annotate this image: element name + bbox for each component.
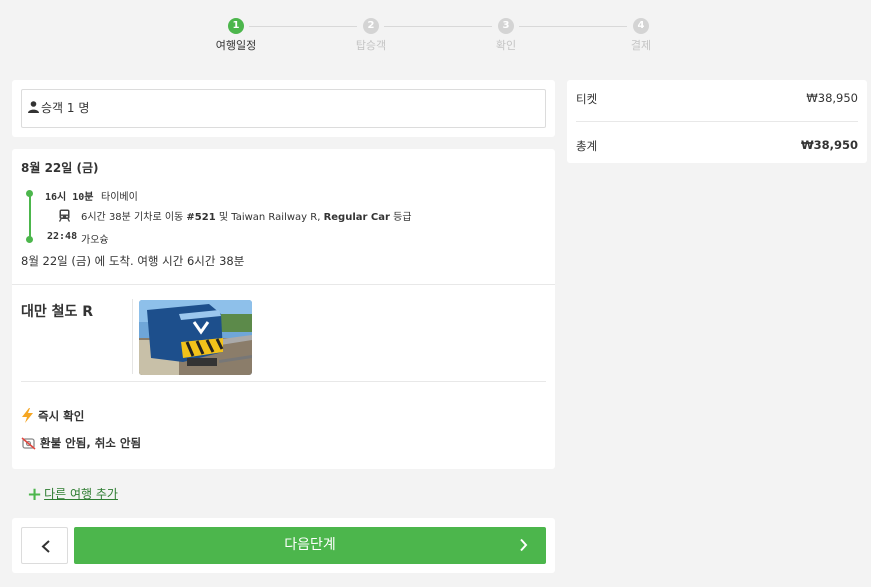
next-step-button[interactable]: 다음단계 <box>74 527 546 564</box>
trip-details: 6시간 38분 기차로 이동 #521 및 Taiwan Railway R, … <box>81 208 412 223</box>
total-row: 총계 ₩38,950 <box>576 138 858 154</box>
ticket-label: 티켓 <box>576 92 598 106</box>
back-button[interactable] <box>21 527 68 564</box>
arrival-station: 가오슝 <box>81 235 109 246</box>
add-trip-label: 다른 여행 추가 <box>44 487 118 501</box>
step-number: 2 <box>363 18 379 34</box>
progress-stepper: 1 여행일정 2 탑승객 3 확인 4 결제 <box>0 18 871 58</box>
step-itinerary: 1 여행일정 <box>196 18 276 53</box>
step-label: 탑승객 <box>355 39 387 52</box>
feature-no-refund: 환불 안됨, 취소 안됨 <box>21 435 141 451</box>
summary-divider <box>576 121 858 122</box>
operator-name: 대만 철도 R <box>21 304 94 320</box>
passenger-selector[interactable]: 승객 1 명 <box>21 89 546 128</box>
operator-divider <box>132 299 133 374</box>
arrival-summary: 8월 22일 (금) 에 도착. 여행 시간 6시간 38분 <box>21 254 245 268</box>
seat-class-suffix: 등급 <box>393 212 412 223</box>
next-step-label: 다음단계 <box>284 537 336 553</box>
total-label: 총계 <box>576 139 598 153</box>
lightning-icon <box>22 408 33 423</box>
section-divider <box>21 381 546 382</box>
step-label: 여행일정 <box>215 39 257 52</box>
train-photo <box>139 300 252 375</box>
departure-station: 타이베이 <box>101 192 138 203</box>
feature-label: 즉시 확인 <box>38 409 85 423</box>
chevron-left-icon <box>41 540 50 553</box>
departure-time: 16시 10분 <box>45 192 94 203</box>
person-icon <box>28 101 39 113</box>
step-label: 확인 <box>495 39 517 52</box>
arrival-time: 22:48 <box>47 231 78 242</box>
seat-class: Regular Car <box>323 212 390 223</box>
price-summary-card: 티켓 ₩38,950 총계 ₩38,950 <box>567 80 867 163</box>
trip-date: 8월 22일 (금) <box>21 161 99 175</box>
itinerary-card: 8월 22일 (금) 16시 10분 타이베이 6시간 38분 기차로 이동 #… <box>12 149 555 469</box>
step-number: 1 <box>228 18 244 34</box>
train-icon <box>59 209 70 222</box>
navigation-card: 다음단계 <box>12 518 555 573</box>
section-divider <box>12 284 555 285</box>
train-number: #521 <box>186 212 216 223</box>
add-trip-link[interactable]: + 다른 여행 추가 <box>27 484 118 505</box>
step-payment: 4 결제 <box>601 18 681 53</box>
passenger-card: 승객 1 명 <box>12 80 555 137</box>
timeline-arrival-dot <box>26 236 33 243</box>
timeline-line <box>29 192 31 240</box>
ticket-row: 티켓 ₩38,950 <box>576 91 858 107</box>
total-price: ₩38,950 <box>800 138 858 152</box>
chevron-right-icon <box>520 538 528 552</box>
ticket-price: ₩38,950 <box>806 91 858 105</box>
trip-duration: 6시간 38분 기차로 이동 <box>81 212 184 223</box>
step-passengers: 2 탑승객 <box>331 18 411 53</box>
no-refund-icon <box>21 437 36 450</box>
step-number: 3 <box>498 18 514 34</box>
passenger-count: 승객 1 명 <box>41 101 90 115</box>
plus-icon: + <box>27 484 43 505</box>
train-operator: 및 Taiwan Railway R, <box>218 212 321 223</box>
timeline-departure-dot <box>26 190 33 197</box>
feature-instant-confirm: 즉시 확인 <box>21 408 84 424</box>
step-label: 결제 <box>630 39 652 52</box>
step-confirm: 3 확인 <box>466 18 546 53</box>
step-number: 4 <box>633 18 649 34</box>
feature-label: 환불 안됨, 취소 안됨 <box>40 436 142 450</box>
